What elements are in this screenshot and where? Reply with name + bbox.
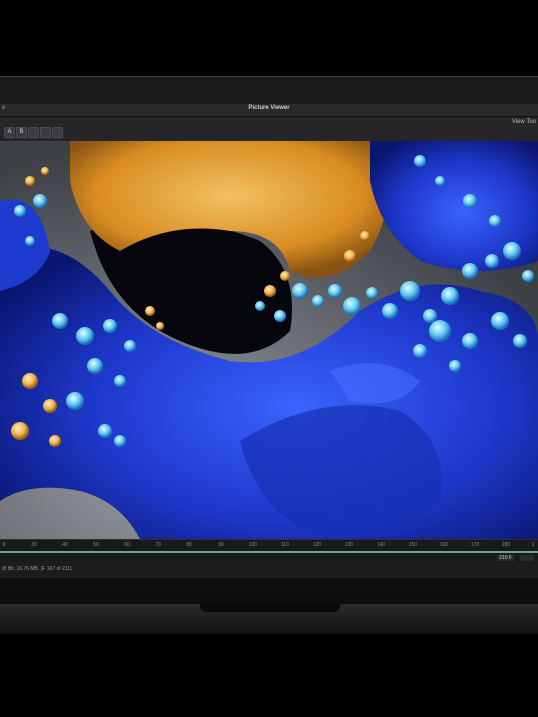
timeline-tick: 130 <box>344 542 354 548</box>
toolbar-button-5[interactable] <box>52 127 63 138</box>
toolbar-button-3[interactable] <box>28 127 39 138</box>
timeline-scrubber[interactable] <box>0 551 538 553</box>
status-text: (8 Bit, 16.76 MB, (F 167 of 211) <box>2 566 72 572</box>
toolbar: View Too A B <box>0 117 538 141</box>
timeline-tick: 150 <box>408 542 418 548</box>
timeline-tick: 70 <box>155 542 161 548</box>
timeline-tick: 140 <box>376 542 386 548</box>
view-tools-button[interactable]: View Too <box>512 119 536 125</box>
window-titlebar: e Picture Viewer <box>0 104 538 117</box>
timeline-tick: 160 <box>439 542 449 548</box>
timeline-tick: 0 <box>2 542 6 548</box>
render-artwork <box>0 141 538 539</box>
timeline-tick: 50 <box>93 542 99 548</box>
status-bar: (8 Bit, 16.76 MB, (F 167 of 211) <box>0 561 538 578</box>
timeline-tick: 1 <box>531 542 535 548</box>
timeline-tick: 170 <box>470 542 480 548</box>
timeline-tick: 120 <box>312 542 322 548</box>
laptop-hinge-notch <box>200 604 340 612</box>
render-image <box>0 141 538 539</box>
channel-a-button[interactable]: A <box>4 127 15 138</box>
timeline-tick: 90 <box>218 542 224 548</box>
window-title: Picture Viewer <box>248 105 290 111</box>
timeline-tick: 30 <box>31 542 37 548</box>
timeline-tick: 100 <box>248 542 258 548</box>
timeline[interactable]: 0 30 40 50 60 70 80 90 100 110 120 130 1… <box>0 539 538 562</box>
channel-b-button[interactable]: B <box>16 127 27 138</box>
timeline-tick: 80 <box>186 542 192 548</box>
laptop-scene: e Picture Viewer View Too A B 0 30 40 50… <box>0 0 538 717</box>
timeline-tick: 60 <box>124 542 130 548</box>
timeline-tick: 180 <box>501 542 511 548</box>
timeline-tick: 110 <box>281 542 289 548</box>
timeline-tick: 40 <box>62 542 68 548</box>
picture-viewer-window: e Picture Viewer View Too A B 0 30 40 50… <box>0 104 538 578</box>
toolbar-button-4[interactable] <box>40 127 51 138</box>
